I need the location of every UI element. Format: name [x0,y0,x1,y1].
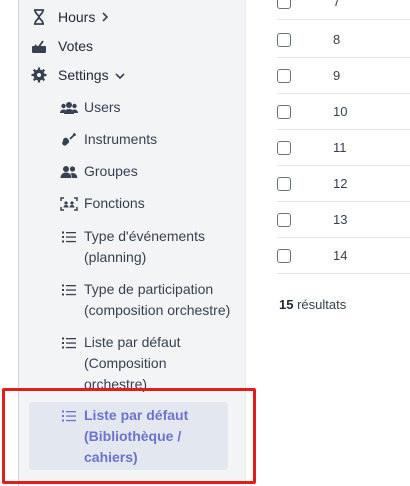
row-checkbox[interactable] [277,176,291,191]
hourglass-icon [30,8,48,26]
user-group-icon [60,161,78,182]
sidebar-item-type-evenements[interactable]: Type d'événements (planning) [60,226,235,268]
table-row: 7 [277,0,410,20]
row-number: 10 [333,104,348,119]
list-icon [60,332,78,353]
row-checkbox[interactable] [277,104,291,119]
nav-hours[interactable]: Hours [30,5,109,29]
row-number: 7 [333,0,341,9]
chevron-right-icon [101,9,109,25]
row-number: 14 [333,248,348,263]
row-number: 13 [333,212,348,227]
app-root: Hours Votes Settings Users Instruments G… [0,0,410,486]
sidebar-item-liste-composition[interactable]: Liste par défaut (Composition orchestre) [60,332,235,395]
row-number: 8 [333,32,341,47]
row-number: 12 [333,176,348,191]
row-checkbox[interactable] [277,248,291,263]
sidebar-edge [0,0,19,486]
sidebar-item-type-participation[interactable]: Type de participation (composition orche… [60,279,235,321]
row-checkbox[interactable] [277,140,291,155]
sidebar: Hours Votes Settings Users Instruments G… [0,0,246,486]
sidebar-item-liste-bibliotheque[interactable]: Liste par défaut (Bibliothèque / cahiers… [60,405,235,468]
list-icon [60,279,78,300]
id-badge-icon [60,193,78,214]
table-row: 8 [277,22,410,58]
nav-hours-label: Hours [58,9,96,25]
sidebar-item-label: Fonctions [84,195,145,211]
results-label: résultats [297,297,347,312]
nav-settings[interactable]: Settings [30,63,125,87]
users-icon [60,97,78,118]
sidebar-item-label: Type d'événements (planning) [84,228,205,265]
sidebar-item-label: Liste par défaut (Composition orchestre) [84,334,181,392]
sidebar-item-label: Instruments [84,131,158,147]
list-icon [60,226,78,247]
nav-votes-label: Votes [58,38,94,54]
row-checkbox[interactable] [277,0,291,9]
row-checkbox[interactable] [277,212,291,227]
sidebar-item-label: Users [84,99,121,115]
sidebar-item-groupes[interactable]: Groupes [60,161,235,182]
nav-votes[interactable]: Votes [30,34,93,58]
table-row: 11 [277,130,410,166]
sidebar-item-fonctions[interactable]: Fonctions [60,193,235,214]
table-row: 9 [277,58,410,94]
table-row: 10 [277,94,410,130]
table-row: 12 [277,166,410,202]
table-row: 14 [277,238,410,274]
results-number: 15 [279,297,294,312]
row-number: 9 [333,68,341,83]
results-count: 15 résultats [279,297,346,312]
sidebar-item-label: Groupes [84,163,138,179]
sidebar-item-instruments[interactable]: Instruments [60,129,235,150]
vote-box-icon [30,37,48,55]
guitar-icon [60,129,78,150]
row-number: 11 [333,140,347,155]
sidebar-item-label: Liste par défaut (Bibliothèque / cahiers… [84,407,189,465]
table-row: 13 [277,202,410,238]
main-content: 7 8 9 10 11 12 13 14 15 résultats [247,0,410,486]
row-checkbox[interactable] [277,68,291,83]
row-checkbox[interactable] [277,32,291,47]
list-icon [60,405,78,426]
nav-settings-label: Settings [58,67,109,83]
gear-icon [30,66,48,84]
sidebar-item-label: Type de participation (composition orche… [84,281,231,318]
sidebar-item-users[interactable]: Users [60,97,235,118]
chevron-down-icon [115,67,125,83]
